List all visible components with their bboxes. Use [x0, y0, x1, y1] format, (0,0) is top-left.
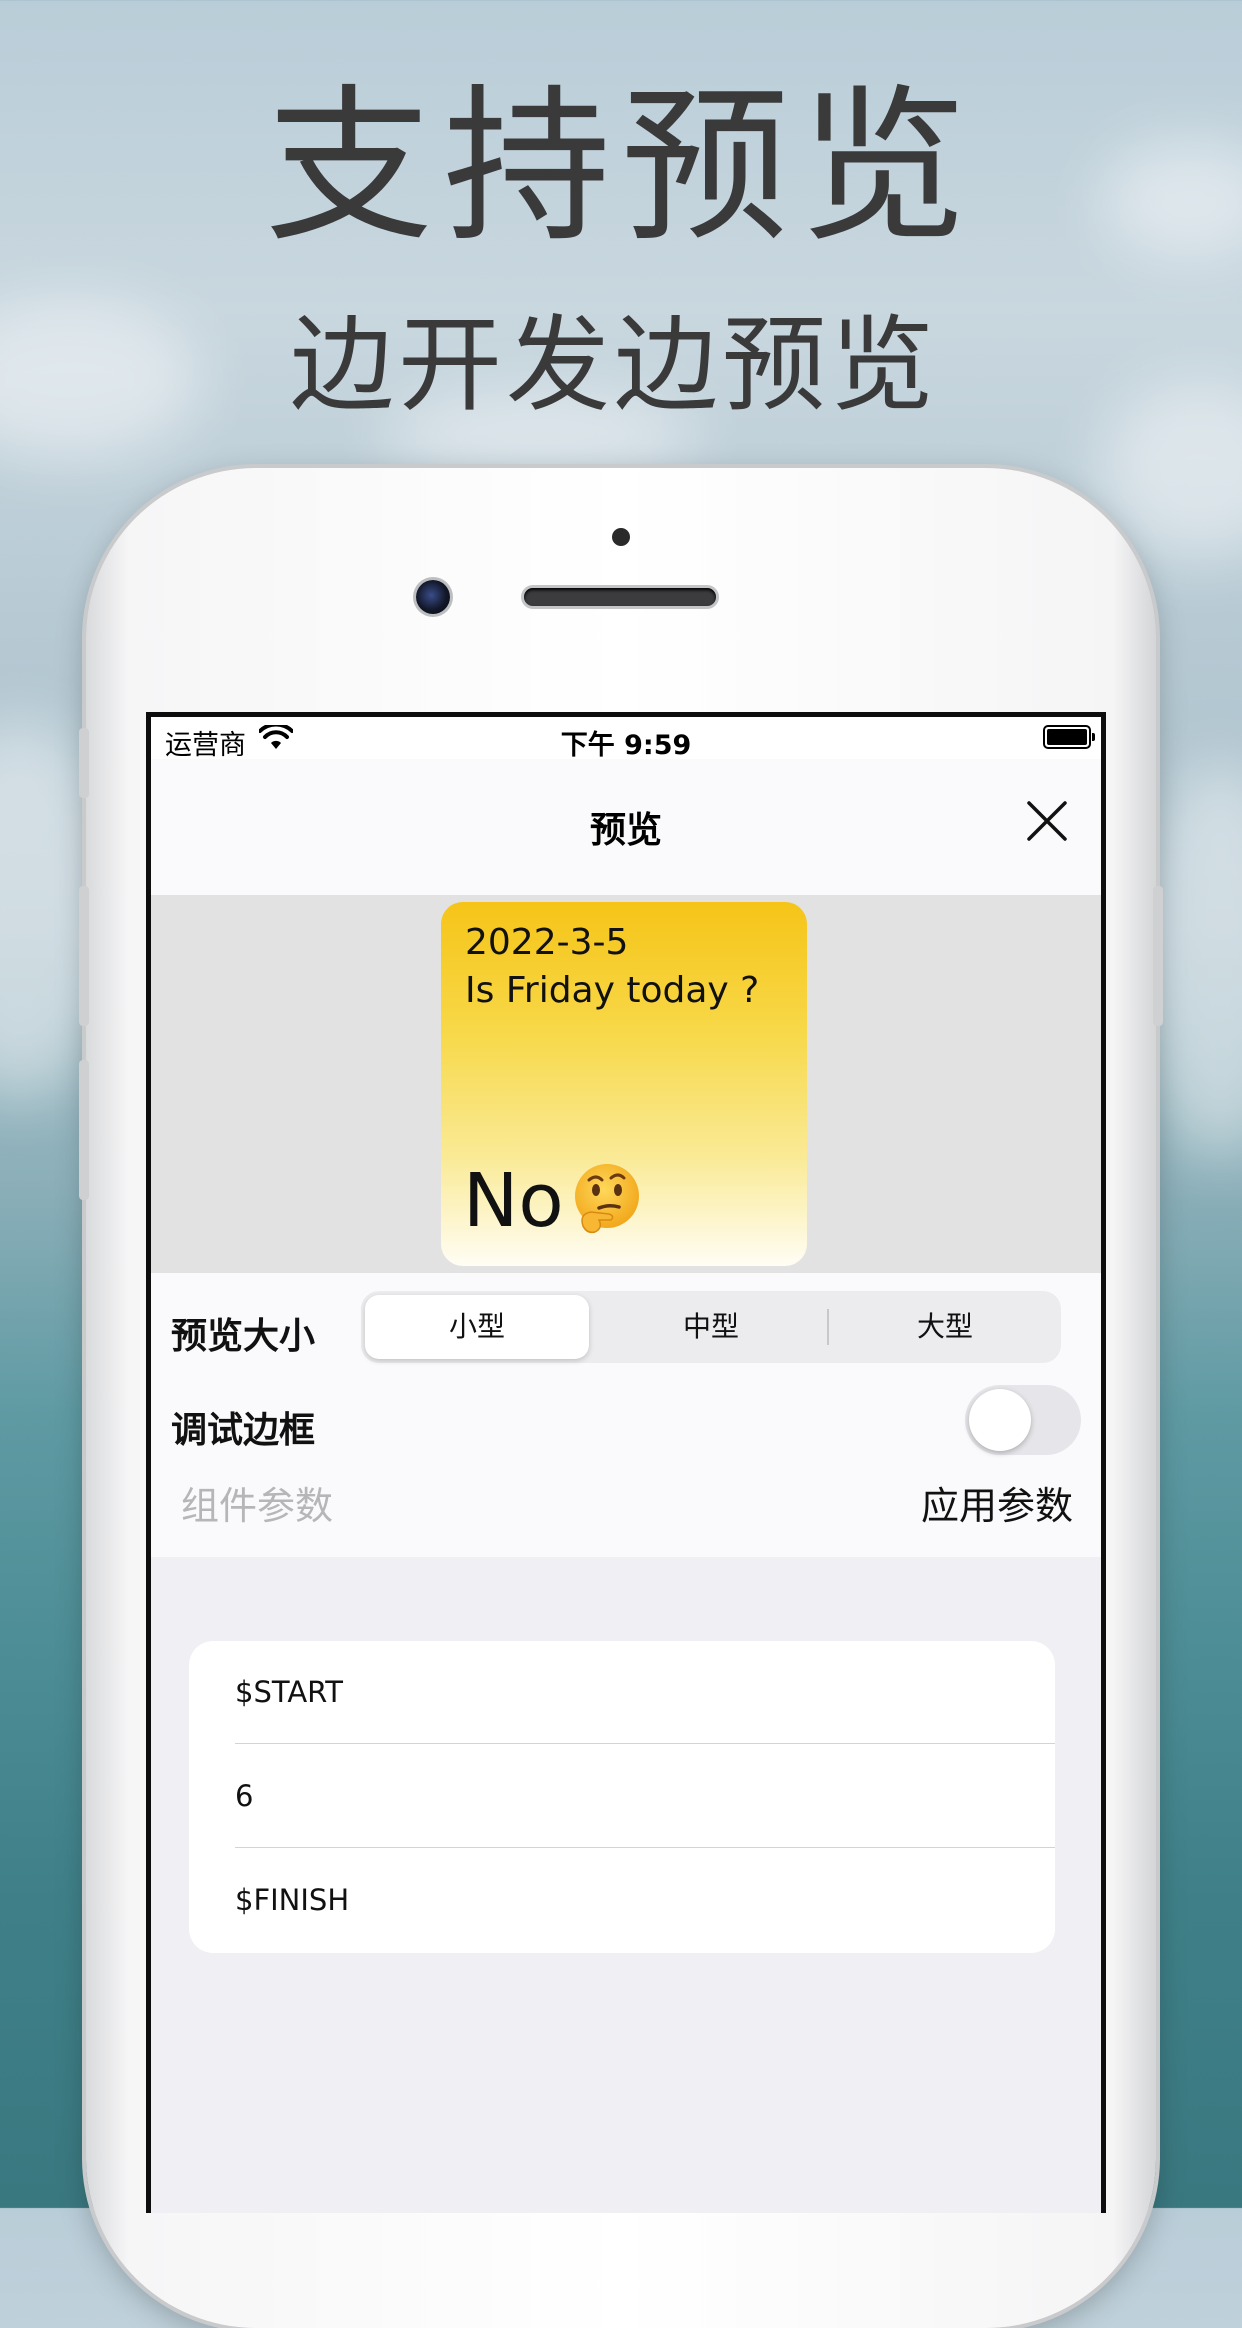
toggle-knob: [969, 1389, 1031, 1451]
phone-screen: 运营商 下午 9:59 预览 2022-3-5 Is Friday today …: [146, 712, 1106, 2213]
preview-options: 预览大小 小型 中型 大型 调试边框 组件参数 应用参数: [151, 1273, 1101, 1557]
thinking-face-icon: [575, 1164, 639, 1234]
promo-subline: 边开发边预览: [290, 304, 939, 426]
param-value: $FINISH: [235, 1883, 350, 1917]
widget-question: Is Friday today ?: [465, 970, 760, 1011]
phone-power-button: [1153, 886, 1163, 1026]
segment-divider: [827, 1309, 829, 1345]
params-list: $START 6 $FINISH: [189, 1641, 1055, 1953]
segment-medium[interactable]: 中型: [599, 1295, 823, 1359]
preview-size-label: 预览大小: [171, 1316, 316, 1357]
apply-params-button[interactable]: 应用参数: [921, 1475, 1073, 1530]
row-separator: [235, 1847, 1055, 1848]
row-separator: [235, 1743, 1055, 1744]
widget-answer: No: [463, 1158, 564, 1244]
segment-small[interactable]: 小型: [365, 1295, 589, 1359]
widget-preview: 2022-3-5 Is Friday today ? No: [441, 902, 807, 1266]
widget-preview-area: 2022-3-5 Is Friday today ? No: [151, 895, 1101, 1273]
param-row[interactable]: $FINISH: [189, 1849, 1055, 1952]
close-icon[interactable]: [1023, 797, 1071, 845]
phone-camera: [416, 580, 450, 614]
navigation-bar: 预览: [151, 759, 1101, 895]
segment-large[interactable]: 大型: [833, 1295, 1057, 1359]
promo-headline: 支持预览: [265, 69, 977, 265]
debug-border-label: 调试边框: [171, 1410, 316, 1451]
param-value: $START: [235, 1675, 343, 1709]
battery-icon: [1043, 725, 1095, 749]
param-row[interactable]: 6: [189, 1745, 1055, 1848]
phone-volume-up: [79, 886, 89, 1026]
param-value: 6: [235, 1779, 254, 1813]
debug-border-toggle[interactable]: [965, 1385, 1081, 1455]
status-bar: 运营商 下午 9:59: [151, 717, 1101, 761]
page-title: 预览: [589, 810, 662, 851]
widget-date: 2022-3-5: [465, 922, 629, 963]
widget-params-label: 组件参数: [181, 1484, 334, 1528]
preview-size-segmented-control: 小型 中型 大型: [361, 1291, 1061, 1363]
phone-speaker: [524, 588, 716, 606]
phone-mute-switch: [79, 728, 89, 798]
phone-volume-down: [79, 1060, 89, 1200]
phone-sensor: [612, 528, 630, 546]
status-time: 下午 9:59: [560, 730, 692, 761]
param-row[interactable]: $START: [189, 1641, 1055, 1744]
